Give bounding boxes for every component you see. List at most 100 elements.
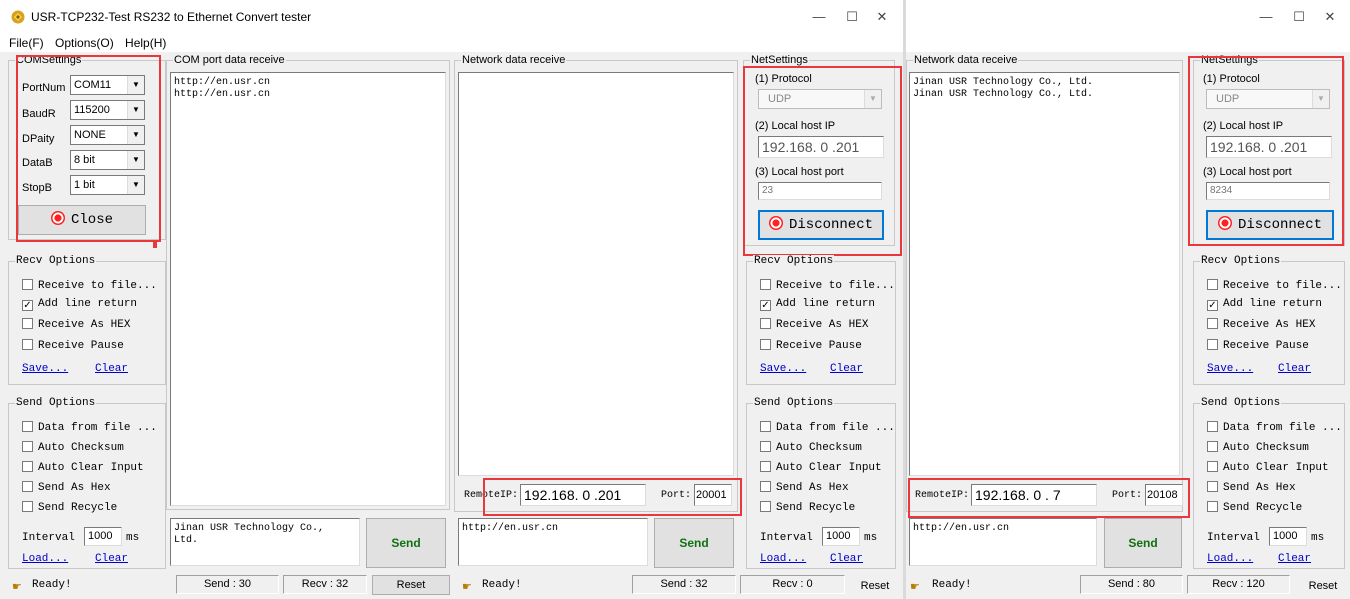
auto-clear-input-checkbox[interactable]: Auto Clear Input <box>22 461 144 475</box>
title-bar-2[interactable]: — ☐ ✕ <box>906 0 1350 36</box>
net2-receive-pause-checkbox[interactable]: Receive Pause <box>1207 339 1309 353</box>
minimize-button[interactable]: — <box>809 7 829 27</box>
interval-input[interactable]: 1000 <box>84 527 122 546</box>
net2-send-as-hex-checkbox[interactable]: Send As Hex <box>1207 481 1296 495</box>
net-auto-checksum-checkbox[interactable]: Auto Checksum <box>760 441 862 455</box>
clear-recv-link[interactable]: Clear <box>95 363 128 375</box>
receive-to-file-checkbox[interactable]: Receive to file... <box>22 279 157 293</box>
auto-checksum-checkbox[interactable]: Auto Checksum <box>22 441 124 455</box>
stopbits-value: 1 bit <box>74 179 95 191</box>
menu-file[interactable]: File(F) <box>9 36 44 50</box>
net-receive-to-file-checkbox[interactable]: Receive to file... <box>760 279 895 293</box>
load-link[interactable]: Load... <box>22 553 68 565</box>
receive-as-hex-checkbox[interactable]: Receive As HEX <box>22 318 130 332</box>
stopbits-select[interactable]: 1 bit ▼ <box>70 175 145 195</box>
net-auto-clear-input-checkbox[interactable]: Auto Clear Input <box>760 461 882 475</box>
checkbox-box <box>1207 279 1218 290</box>
port-select[interactable]: COM11 ▼ <box>70 75 145 95</box>
menu-help[interactable]: Help(H) <box>125 36 166 50</box>
close-port-button[interactable]: Close <box>18 205 146 235</box>
local-ip-input[interactable]: 192.168. 0 .201 <box>758 136 884 158</box>
net2-local-ip-input[interactable]: 192.168. 0 .201 <box>1206 136 1332 158</box>
remote-port-input[interactable]: 20001 <box>694 484 732 506</box>
local-port-label: (3) Local host port <box>755 166 844 178</box>
net-send-recycle-checkbox[interactable]: Send Recycle <box>760 501 855 515</box>
maximize-button-2[interactable]: ☐ <box>1289 7 1309 27</box>
net2-reset-button[interactable]: Reset <box>1298 577 1348 595</box>
net-receive-textarea[interactable] <box>458 72 734 476</box>
net2-receive-textarea[interactable]: Jinan USR Technology Co., Ltd. Jinan USR… <box>909 72 1180 476</box>
save-link[interactable]: Save... <box>22 363 68 375</box>
net-save-link[interactable]: Save... <box>760 363 806 375</box>
close-window-button-2[interactable]: ✕ <box>1320 7 1340 27</box>
interval-unit: ms <box>126 532 140 544</box>
com-send-button[interactable]: Send <box>366 518 446 568</box>
net2-add-line-return-checkbox[interactable]: ✓ Add line return <box>1207 298 1322 311</box>
net2-local-port-input[interactable]: 8234 <box>1206 182 1330 200</box>
minimize-button-2[interactable]: — <box>1256 7 1276 27</box>
net-reset-label: Reset <box>860 580 890 592</box>
title-bar[interactable]: USR-TCP232-Test RS232 to Ethernet Conver… <box>0 0 903 36</box>
net2-remote-ip-input[interactable]: 192.168. 0 . 7 <box>971 484 1097 506</box>
net-clear-send-link[interactable]: Clear <box>830 553 863 565</box>
data-from-file-checkbox[interactable]: Data from file ... <box>22 421 157 435</box>
close-window-button[interactable]: ✕ <box>872 7 892 27</box>
com-receive-textarea[interactable]: http://en.usr.cn http://en.usr.cn <box>170 72 446 506</box>
net-add-line-return-checkbox[interactable]: ✓ Add line return <box>760 298 875 311</box>
port-label: Port: <box>661 490 692 501</box>
net2-protocol-select[interactable]: UDP ▼ <box>1206 89 1330 109</box>
net2-send-button[interactable]: Send <box>1104 518 1182 568</box>
add-line-return-checkbox[interactable]: ✓ Add line return <box>22 298 137 311</box>
net2-save-link[interactable]: Save... <box>1207 363 1253 375</box>
net-recv-options-label: Recv Options <box>753 255 835 267</box>
net2-auto-checksum-checkbox[interactable]: Auto Checksum <box>1207 441 1309 455</box>
net-send-label: Send <box>679 536 709 550</box>
disconnect-button[interactable]: Disconnect <box>758 210 884 240</box>
net2-data-from-file-checkbox[interactable]: Data from file ... <box>1207 421 1342 435</box>
baud-select[interactable]: 115200 ▼ <box>70 100 145 120</box>
net2-send-recycle-checkbox[interactable]: Send Recycle <box>1207 501 1302 515</box>
net2-remote-row: RemoteIP: 192.168. 0 . 7 Port: 20108 <box>909 483 1183 509</box>
net2-remote-port-input[interactable]: 20108 <box>1145 484 1183 506</box>
net-receive-as-hex-checkbox[interactable]: Receive As HEX <box>760 318 868 332</box>
checkbox-label: Add line return <box>38 298 138 310</box>
net-send-as-hex-checkbox[interactable]: Send As Hex <box>760 481 849 495</box>
net-send-textarea[interactable]: http://en.usr.cn <box>458 518 648 566</box>
net2-clear-recv-link[interactable]: Clear <box>1278 363 1311 375</box>
clear-send-link[interactable]: Clear <box>95 553 128 565</box>
net-send-button[interactable]: Send <box>654 518 734 568</box>
net2-load-link[interactable]: Load... <box>1207 553 1253 565</box>
net2-receive-to-file-checkbox[interactable]: Receive to file... <box>1207 279 1342 293</box>
checkmark-icon: ✓ <box>22 300 33 311</box>
net-reset-button[interactable]: Reset <box>850 577 900 595</box>
menu-options[interactable]: Options(O) <box>55 36 114 50</box>
net-data-from-file-checkbox[interactable]: Data from file ... <box>760 421 895 435</box>
checkbox-box <box>1207 461 1218 472</box>
checkbox-label: Receive to file... <box>38 280 157 292</box>
parity-select[interactable]: NONE ▼ <box>70 125 145 145</box>
receive-pause-checkbox[interactable]: Receive Pause <box>22 339 124 353</box>
com-recv-count: Recv : 32 <box>283 575 367 594</box>
net2-interval-input[interactable]: 1000 <box>1269 527 1307 546</box>
maximize-button[interactable]: ☐ <box>842 7 862 27</box>
send-recycle-checkbox[interactable]: Send Recycle <box>22 501 117 515</box>
checkbox-label: Auto Checksum <box>776 442 862 454</box>
net-receive-pause-checkbox[interactable]: Receive Pause <box>760 339 862 353</box>
net2-auto-clear-input-checkbox[interactable]: Auto Clear Input <box>1207 461 1329 475</box>
net2-disconnect-button[interactable]: Disconnect <box>1206 210 1334 240</box>
remote-ip-input[interactable]: 192.168. 0 .201 <box>520 484 646 506</box>
databits-select[interactable]: 8 bit ▼ <box>70 150 145 170</box>
com-send-textarea[interactable]: Jinan USR Technology Co., Ltd. <box>170 518 360 566</box>
protocol-select[interactable]: UDP ▼ <box>758 89 882 109</box>
net-settings-label: NetSettings <box>750 54 809 66</box>
net2-send-textarea[interactable]: http://en.usr.cn <box>909 518 1097 566</box>
net2-clear-send-link[interactable]: Clear <box>1278 553 1311 565</box>
send-as-hex-checkbox[interactable]: Send As Hex <box>22 481 111 495</box>
net-interval-input[interactable]: 1000 <box>822 527 860 546</box>
checkbox-box <box>22 421 33 432</box>
net-load-link[interactable]: Load... <box>760 553 806 565</box>
com-reset-button[interactable]: Reset <box>372 575 450 595</box>
local-port-input[interactable]: 23 <box>758 182 882 200</box>
net-clear-recv-link[interactable]: Clear <box>830 363 863 375</box>
net2-receive-as-hex-checkbox[interactable]: Receive As HEX <box>1207 318 1315 332</box>
